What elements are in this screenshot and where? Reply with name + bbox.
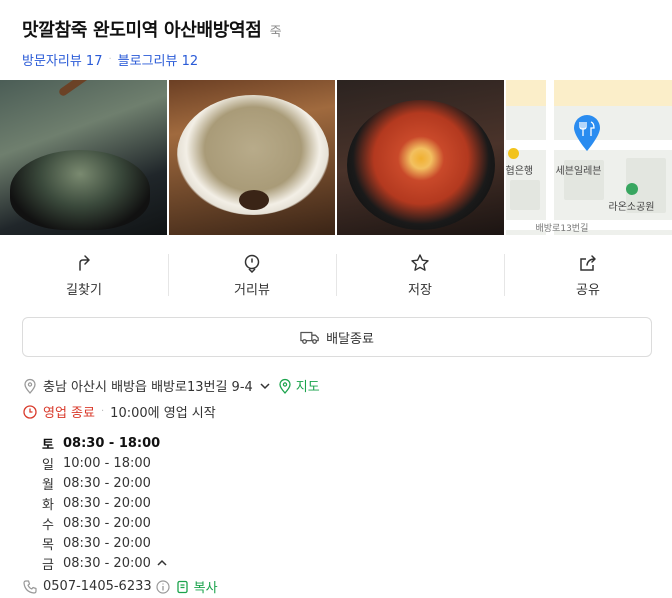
phone-number: 0507-1405-6233 <box>43 579 152 594</box>
map-label-store: 세븐일레븐 <box>555 166 602 177</box>
next-open-text: 10:00에 영업 시작 <box>110 406 216 421</box>
place-header: 맛깔참죽 완도미역 아산배방역점 죽 방문자리뷰 17 · 블로그리뷰 12 <box>22 16 662 69</box>
save-label: 저장 <box>408 282 432 298</box>
bank-marker-icon <box>507 148 519 159</box>
star-icon <box>411 253 429 271</box>
map-label-bank: 협은행 <box>505 166 534 177</box>
schedule-day: 월 <box>42 477 54 493</box>
schedule-time: 08:30 - 20:00 <box>63 555 151 571</box>
separator-dot: · <box>108 54 112 65</box>
map-area <box>505 80 672 106</box>
photo-seaweed-soup[interactable] <box>0 80 167 235</box>
delivery-label: 배달종료 <box>326 331 374 347</box>
clock-icon <box>23 404 37 419</box>
park-marker-icon <box>625 183 638 195</box>
schedule-time: 08:30 - 20:00 <box>63 475 151 491</box>
schedule-day: 토 <box>42 437 54 453</box>
visitor-reviews-link[interactable]: 방문자리뷰 17 <box>22 50 102 69</box>
save-button[interactable]: 저장 <box>336 252 504 298</box>
place-category: 죽 <box>269 25 282 40</box>
separator-dot: · <box>100 406 105 417</box>
street-view-label: 거리뷰 <box>234 282 270 298</box>
schedule-day: 일 <box>42 457 54 473</box>
delivery-status-button[interactable]: 배달종료 <box>22 317 652 357</box>
weekly-schedule: 토 08:30 - 18:00 일 10:00 - 18:00 월 08:30 - 2… <box>42 433 168 573</box>
business-status: 영업 종료 <box>43 406 95 421</box>
share-icon <box>580 254 596 271</box>
photo-abalone-porridge[interactable] <box>168 80 335 235</box>
schedule-row: 일 10:00 - 18:00 <box>42 453 168 473</box>
copy-phone-button[interactable]: 복사 <box>194 577 218 596</box>
map-block <box>509 180 540 210</box>
schedule-time: 08:30 - 20:00 <box>63 535 151 551</box>
map-thumbnail[interactable]: 협은행 세븐일레븐 라온소공원 배방로13번길 <box>505 80 672 235</box>
place-title: 맛깔참죽 완도미역 아산배방역점 <box>22 20 262 41</box>
chevron-down-icon[interactable] <box>259 380 271 392</box>
street-view-icon <box>244 254 260 273</box>
schedule-row: 목 08:30 - 20:00 <box>42 533 168 553</box>
map-pin-icon <box>279 378 291 394</box>
address-text: 충남 아산시 배방읍 배방로13번길 9-4 <box>43 380 253 395</box>
blog-reviews-link[interactable]: 블로그리뷰 12 <box>118 50 198 69</box>
map-link[interactable]: 지도 <box>296 376 320 395</box>
schedule-time: 08:30 - 20:00 <box>63 515 151 531</box>
schedule-time: 08:30 - 18:00 <box>63 435 161 451</box>
phone-icon <box>23 579 37 594</box>
chevron-up-icon[interactable] <box>156 557 168 569</box>
schedule-day: 화 <box>42 497 54 513</box>
schedule-time: 10:00 - 18:00 <box>63 455 151 471</box>
phone-row: 0507-1405-6233 복사 <box>22 577 218 596</box>
map-label-road: 배방로13번길 <box>535 224 589 234</box>
schedule-row: 금 08:30 - 20:00 <box>42 553 168 573</box>
street-view-button[interactable]: 거리뷰 <box>168 252 336 298</box>
schedule-row: 월 08:30 - 20:00 <box>42 473 168 493</box>
delivery-truck-icon <box>300 331 319 344</box>
photo-strip: 협은행 세븐일레븐 라온소공원 배방로13번길 <box>0 80 672 235</box>
spoon-shape <box>57 80 153 98</box>
bowl-shape <box>347 100 495 230</box>
schedule-row: 수 08:30 - 20:00 <box>42 513 168 533</box>
directions-icon <box>79 254 90 271</box>
bowl-logo-shape <box>238 190 269 210</box>
map-road <box>505 220 672 230</box>
address-row: 충남 아산시 배방읍 배방로13번길 9-4 지도 <box>22 376 320 395</box>
share-label: 공유 <box>576 282 600 298</box>
schedule-day: 수 <box>42 517 54 533</box>
schedule-time: 08:30 - 20:00 <box>63 495 151 511</box>
photo-spicy-porridge[interactable] <box>337 80 504 235</box>
bowl-shape <box>10 150 150 230</box>
directions-button[interactable]: 길찾기 <box>0 252 168 298</box>
schedule-row: 토 08:30 - 18:00 <box>42 433 168 453</box>
schedule-day: 금 <box>42 557 54 573</box>
schedule-day: 목 <box>42 537 54 553</box>
share-button[interactable]: 공유 <box>504 252 672 298</box>
info-icon[interactable] <box>155 579 171 595</box>
location-pin-icon <box>24 378 36 394</box>
map-label-park: 라온소공원 <box>608 202 655 213</box>
map-road <box>545 80 554 235</box>
directions-label: 길찾기 <box>66 282 102 298</box>
schedule-row: 화 08:30 - 20:00 <box>42 493 168 513</box>
copy-icon <box>176 580 188 593</box>
action-bar: 길찾기 거리뷰 저장 공유 <box>0 252 672 298</box>
hours-row: 영업 종료 · 10:00에 영업 시작 <box>22 402 216 421</box>
restaurant-pin-icon <box>573 115 600 151</box>
